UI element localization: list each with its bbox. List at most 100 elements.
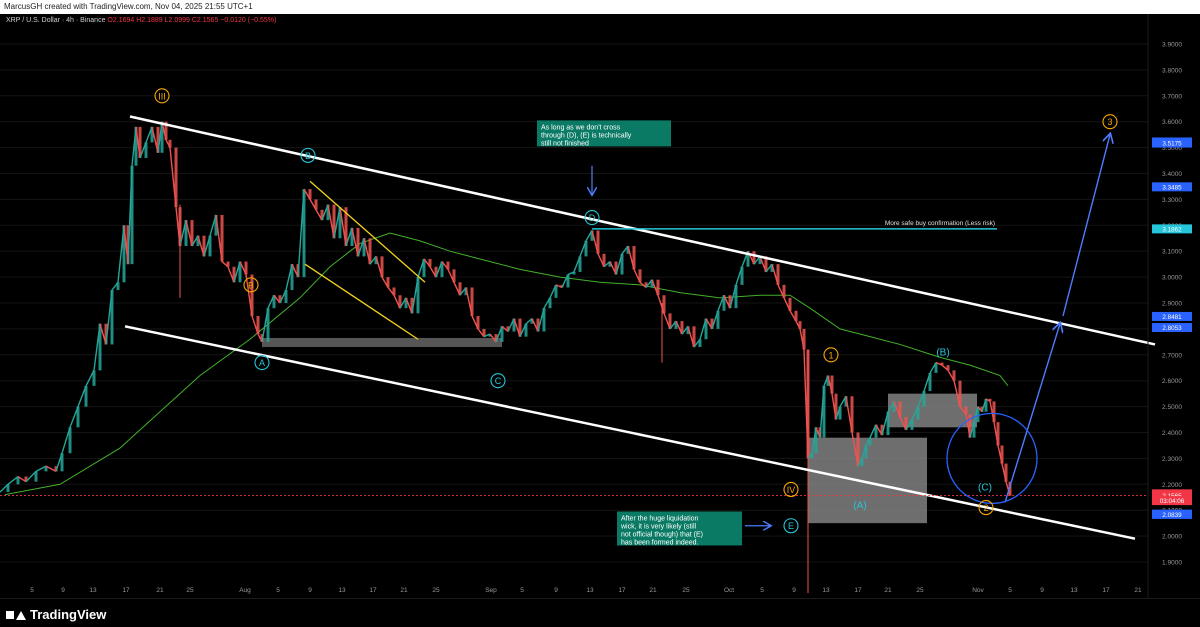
x-tick-label: 17 <box>122 587 130 594</box>
price-label-text: 3.3485 <box>1162 184 1182 191</box>
candle <box>110 290 114 345</box>
candle <box>542 308 546 332</box>
candle <box>244 261 248 275</box>
ohlc-values: O2.1694 H2.1889 L2.0999 C2.1565 −0.0120 … <box>107 17 277 24</box>
candle <box>368 238 372 265</box>
price-label-text: 2.0839 <box>1162 512 1182 519</box>
candle <box>972 422 976 438</box>
candle <box>168 139 172 148</box>
wave-label: (C) <box>978 482 992 493</box>
wave-label: III <box>158 91 166 101</box>
candle <box>716 310 720 329</box>
x-tick-label: 17 <box>1102 587 1110 594</box>
candle <box>98 323 102 371</box>
candle <box>174 147 178 208</box>
candle <box>964 406 968 415</box>
y-tick-label: 3.6000 <box>1162 119 1182 126</box>
candle <box>856 432 860 467</box>
x-tick-label: 9 <box>554 587 558 594</box>
x-tick-label: 9 <box>792 587 796 594</box>
candle <box>838 406 842 420</box>
x-tick-label: 9 <box>61 587 65 594</box>
y-tick-label: 2.7000 <box>1162 352 1182 359</box>
candle <box>910 419 914 430</box>
symbol-name: XRP / U.S. Dollar · 4h · Binance <box>6 17 106 24</box>
candle <box>898 401 902 417</box>
candle <box>788 297 792 311</box>
x-tick-label: 9 <box>1040 587 1044 594</box>
candle <box>226 261 230 267</box>
candle <box>632 246 636 270</box>
candle <box>208 235 212 257</box>
price-chart[interactable]: More safe buy confirmation (Less risk) I… <box>0 14 1200 598</box>
candle <box>34 471 38 482</box>
candle <box>596 230 600 254</box>
y-tick-label: 2.9000 <box>1162 301 1182 308</box>
candle <box>130 165 134 265</box>
x-tick-label: 21 <box>884 587 892 594</box>
x-tick-label: 25 <box>916 587 924 594</box>
candle <box>782 284 786 298</box>
x-tick-label: 5 <box>1008 587 1012 594</box>
candle <box>656 279 660 296</box>
brand-name: TradingView <box>30 607 107 622</box>
candle <box>68 427 72 454</box>
candle <box>92 370 96 386</box>
y-tick-label: 3.3000 <box>1162 197 1182 204</box>
x-tick-label: 17 <box>854 587 862 594</box>
footer: TradingView <box>0 598 1200 627</box>
x-tick-label: 21 <box>649 587 657 594</box>
candle <box>452 269 456 283</box>
candle <box>144 142 148 158</box>
wave-label: 3 <box>1107 117 1112 127</box>
wave-label: 2 <box>983 503 988 513</box>
x-tick-label: 21 <box>1134 587 1142 594</box>
x-tick-label: 25 <box>186 587 194 594</box>
candle <box>934 362 938 373</box>
candle <box>476 315 480 329</box>
credit-bar: MarcusGH created with TradingView.com, N… <box>0 0 1200 14</box>
brand-logo[interactable]: TradingView <box>6 607 106 622</box>
callout-liquidation-text: After the huge liquidation wick, it is ve… <box>620 515 703 546</box>
candle <box>860 458 864 467</box>
credit-text: MarcusGH created with TradingView.com, N… <box>4 2 253 11</box>
y-tick-label: 3.4000 <box>1162 171 1182 178</box>
wave-label: 1 <box>828 350 833 360</box>
candle <box>578 256 582 272</box>
candle <box>392 287 396 296</box>
y-tick-label: 3.8000 <box>1162 67 1182 74</box>
x-tick-label: 5 <box>520 587 524 594</box>
candle <box>6 484 10 493</box>
wave-label: E <box>788 521 794 531</box>
x-tick-label: 17 <box>369 587 377 594</box>
x-tick-label: 25 <box>432 587 440 594</box>
candle <box>692 326 696 348</box>
x-tick-label: 5 <box>30 587 34 594</box>
candle <box>922 391 926 407</box>
candle <box>1004 463 1008 482</box>
candle <box>638 269 642 283</box>
candle <box>220 214 224 262</box>
price-label-text: 2.8481 <box>1162 314 1182 321</box>
candle <box>868 437 872 446</box>
x-tick-label: Oct <box>724 587 734 594</box>
wave-label: D <box>589 213 596 223</box>
candle <box>698 339 702 348</box>
symbol-legend: XRP / U.S. Dollar · 4h · Binance O2.1694… <box>6 17 276 24</box>
x-tick-label: 21 <box>156 587 164 594</box>
candle <box>566 274 570 288</box>
candle <box>386 277 390 288</box>
candle <box>984 398 988 412</box>
y-tick-label: 3.1000 <box>1162 249 1182 256</box>
candle <box>734 284 738 309</box>
candle <box>810 453 814 459</box>
x-tick-label: 13 <box>586 587 594 594</box>
wave-label: IV <box>787 485 796 495</box>
candle <box>850 396 854 433</box>
x-tick-label: Aug <box>239 587 251 594</box>
candle <box>416 277 420 314</box>
wave-label: B <box>305 151 311 161</box>
candle <box>500 326 504 342</box>
candle <box>446 261 450 270</box>
y-tick-label: 2.6000 <box>1162 378 1182 385</box>
